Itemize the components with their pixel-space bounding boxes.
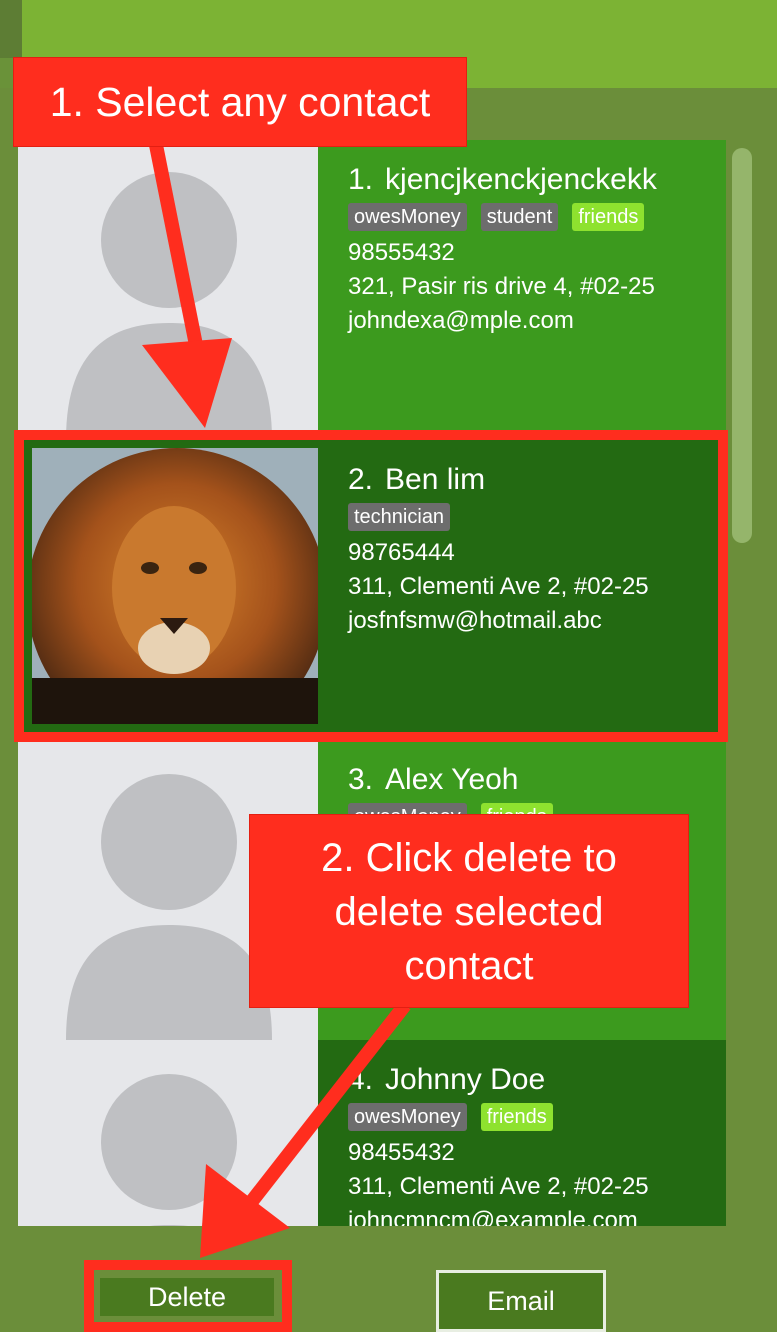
annotation-arrows xyxy=(142,138,411,1258)
callout-step-1: 1. Select any contact xyxy=(14,58,466,146)
arrow-line-2 xyxy=(239,1000,411,1215)
arrow-line-1 xyxy=(148,138,207,367)
callout-step-2: 2. Click delete to delete selected conta… xyxy=(250,815,688,1007)
arrow-head-1 xyxy=(142,338,232,428)
